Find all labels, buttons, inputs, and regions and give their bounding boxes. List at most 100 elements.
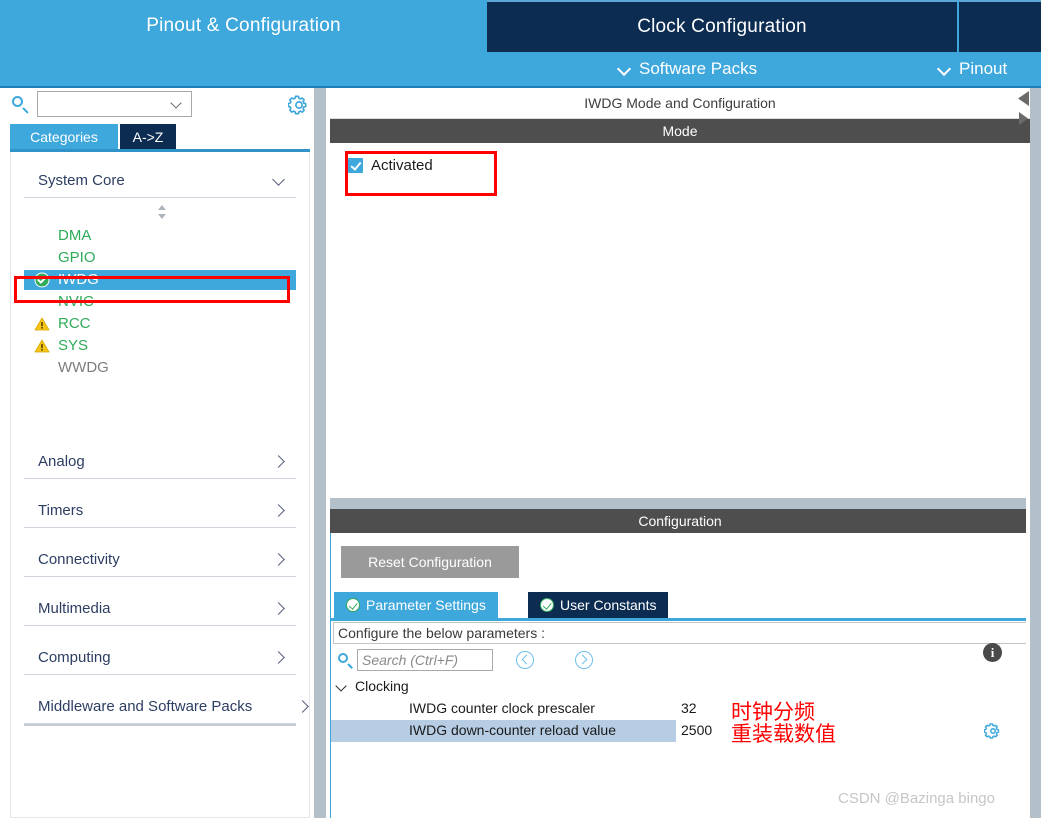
parameter-value[interactable]: 32 [681,700,697,716]
configuration-right-edge [1026,421,1030,818]
parameter-search-input[interactable] [357,649,493,671]
sidebar-section-analog[interactable]: Analog [0,445,320,479]
scroll-right-arrow-icon[interactable] [1017,110,1030,127]
right-scrollbar[interactable] [1030,88,1041,818]
table-row[interactable]: IWDG counter clock prescaler 32 时钟分频 [331,698,1031,724]
configuration-panel-body: Reset Configuration Parameter Settings U… [330,533,1031,818]
warning-icon [34,316,50,332]
tree-item-gpio-label: GPIO [58,249,96,266]
parameter-name: IWDG down-counter reload value [409,722,616,738]
tab-third-truncated[interactable] [957,0,1041,52]
sub-header-bar: Software Packs Pinout [0,52,1041,88]
warning-icon [34,338,50,354]
parameter-name: IWDG counter clock prescaler [409,700,595,716]
tab-user-constants[interactable]: User Constants [528,592,669,618]
green-check-icon [346,598,360,612]
chevron-right-icon [274,554,286,566]
reset-configuration-button[interactable]: Reset Configuration [341,546,519,578]
tree-item-sys-label: SYS [58,337,89,354]
activated-label: Activated [371,157,433,174]
configuration-hint: Configure the below parameters : [333,622,1027,644]
tree-item-dma[interactable]: DMA [24,226,296,246]
sidebar-section-connectivity[interactable]: Connectivity [0,543,320,577]
info-icon[interactable]: i [983,643,1002,662]
parameter-group-clocking[interactable]: Clocking [331,676,1031,698]
tree-item-nvic-label: NVIC [58,293,94,310]
cubemx-window: Pinout & Configuration Clock Configurati… [0,0,1041,818]
gear-icon[interactable] [287,94,310,116]
green-check-icon [540,598,554,612]
sidebar-section-multimedia-label: Multimedia [38,600,111,617]
tree-item-sys[interactable]: SYS [24,336,296,356]
scroll-left-arrow-icon[interactable] [1017,90,1030,107]
tree-scroll-handle[interactable] [155,204,169,220]
chevron-right-circle-icon[interactable] [575,651,593,669]
divider [24,674,296,675]
sidebar-section-analog-label: Analog [38,453,85,470]
software-packs-menu[interactable]: Software Packs [618,52,757,86]
tree-item-wwdg[interactable]: WWDG [24,358,296,378]
pinout-menu[interactable]: Pinout [938,52,1007,86]
sidebar-section-timers[interactable]: Timers [0,494,320,528]
green-check-icon [34,272,50,288]
tree-item-dma-label: DMA [58,227,92,244]
tree-item-gpio[interactable]: GPIO [24,248,296,268]
chevron-down-icon [938,63,951,76]
pinout-label: Pinout [959,59,1008,78]
mode-config-splitter[interactable] [330,498,1030,509]
divider [24,576,296,577]
sidebar-section-computing[interactable]: Computing [0,641,320,675]
tab-parameter-settings-label: Parameter Settings [366,597,486,613]
tab-a-to-z[interactable]: A->Z [120,124,176,149]
parameter-search-row [331,646,1031,676]
tab-pinout-configuration[interactable]: Pinout & Configuration [0,0,487,52]
configuration-section-header-label: Configuration [638,513,722,529]
tree-item-nvic[interactable]: NVIC [24,292,296,312]
tab-a-to-z-label: A->Z [132,128,164,145]
tree-item-rcc[interactable]: RCC [24,314,296,334]
tab-categories[interactable]: Categories [10,124,118,149]
search-icon [338,653,354,669]
tree-item-wwdg-label: WWDG [58,359,109,376]
chevron-right-icon [298,701,310,713]
chevron-right-icon [274,652,286,664]
sidebar-section-system-core[interactable]: System Core [0,164,320,198]
divider [24,527,296,528]
activated-checkbox[interactable] [348,158,363,173]
component-search-combo[interactable] [37,91,192,117]
table-row[interactable]: IWDG down-counter reload value 2500 重装载数… [331,720,1031,746]
configuration-tab-bar: Parameter Settings User Constants [331,592,1031,621]
component-search-input[interactable] [42,94,176,116]
page-title: IWDG Mode and Configuration [330,88,1030,119]
chevron-right-icon [274,603,286,615]
divider [24,625,296,626]
software-packs-label: Software Packs [639,59,758,78]
tab-clock-configuration[interactable]: Clock Configuration [487,0,957,52]
sidebar-section-middleware-and-software-packs[interactable]: Middleware and Software Packs [0,690,320,724]
panel-splitter-vertical[interactable] [313,88,327,818]
mode-panel-body: Activated [330,143,1030,499]
divider [24,478,296,479]
sidebar-section-timers-label: Timers [38,502,84,519]
sidebar-section-computing-label: Computing [38,649,111,666]
parameter-value[interactable]: 2500 [681,722,712,738]
mode-section-header: Mode [330,119,1030,143]
sidebar-section-multimedia[interactable]: Multimedia [0,592,320,626]
tree-item-iwdg[interactable]: IWDG [24,270,296,290]
chevron-right-icon [274,505,286,517]
chevron-left-circle-icon[interactable] [516,651,534,669]
chevron-down-icon [172,99,183,110]
chevron-down-icon [337,682,348,693]
gear-icon[interactable] [983,722,1002,740]
right-panel: IWDG Mode and Configuration Mode Activat… [330,88,1031,818]
activated-checkbox-row[interactable]: Activated [348,157,433,174]
tab-pinout-configuration-label: Pinout & Configuration [146,15,341,36]
top-tab-bar: Pinout & Configuration Clock Configurati… [0,0,1041,52]
watermark: CSDN @Bazinga bingo [838,790,995,807]
component-search-row [0,88,320,124]
chevron-right-icon [274,456,286,468]
divider [24,724,296,726]
parameter-group-clocking-label: Clocking [355,678,409,694]
tab-parameter-settings[interactable]: Parameter Settings [334,592,498,618]
sidebar-section-connectivity-label: Connectivity [38,551,120,568]
